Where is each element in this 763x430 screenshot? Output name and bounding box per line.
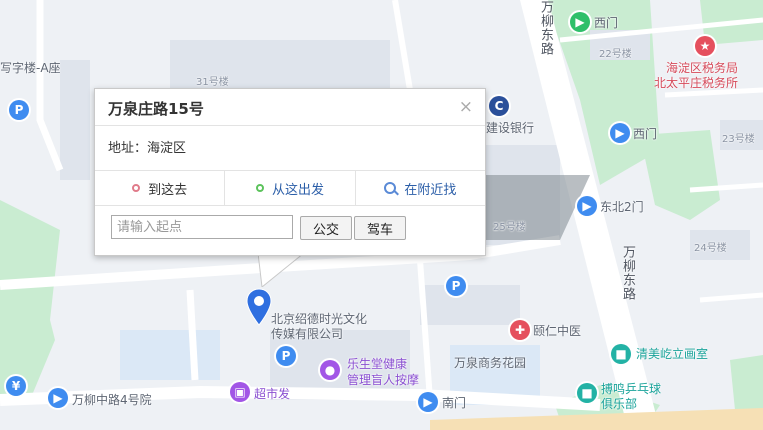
label-company-line1: 北京绍德时光文化 <box>271 312 368 326</box>
label-building-23: 23号楼 <box>722 134 755 145</box>
government-icon[interactable]: ★ <box>695 36 715 56</box>
label-massage-line1: 乐生堂健康 <box>347 357 408 371</box>
yen-bank-icon[interactable]: ¥ <box>6 376 26 396</box>
label-art-studio: 清美屹立画室 <box>636 347 709 361</box>
label-pingpong-line1: 搏鸣乒乓球 <box>601 382 662 396</box>
label-yiren-clinic: 颐仁中医 <box>533 324 582 338</box>
art-studio-icon[interactable]: ■ <box>611 344 631 364</box>
gate-icon[interactable]: ▶ <box>418 392 438 412</box>
label-pingpong-line2: 俱乐部 <box>601 397 638 411</box>
gate-icon[interactable]: ▶ <box>610 123 630 143</box>
shopping-cart-icon[interactable]: ▣ <box>230 382 250 402</box>
tab-search-nearby-label: 在附近找 <box>404 182 457 198</box>
building-block <box>420 285 520 325</box>
gate-icon[interactable]: ▶ <box>570 12 590 32</box>
label-south-gate: 南门 <box>442 396 467 410</box>
tab-start-here-label: 从这出发 <box>271 182 324 198</box>
label-office-a: 写字楼-A座 <box>0 61 61 75</box>
road <box>186 289 199 381</box>
label-bank: 建设银行 <box>486 121 535 135</box>
label-company-line2: 传媒有限公司 <box>271 327 344 341</box>
divider <box>95 125 485 126</box>
search-icon <box>384 182 397 194</box>
label-road-wanliu-east-2: 万柳东路 <box>620 245 635 301</box>
address-text: 地址：海淀区 <box>108 141 187 156</box>
gate-icon[interactable]: ▶ <box>48 388 68 408</box>
label-wanliu-4-yard: 万柳中路4号院 <box>72 393 152 407</box>
campus-area <box>120 330 220 380</box>
popup-pointer <box>258 253 304 287</box>
label-road-wanliu-east-1: 万柳东路 <box>538 0 553 56</box>
label-supermarket: 超市发 <box>254 387 291 401</box>
label-building-22: 22号楼 <box>599 49 632 60</box>
label-tax-office: 北太平庄税务所 <box>654 76 739 90</box>
drive-button[interactable]: 驾车 <box>354 216 406 240</box>
label-building-25: 25号楼 <box>493 222 526 233</box>
label-northeast-gate-2: 东北2门 <box>600 200 644 214</box>
sports-icon[interactable]: ■ <box>577 383 597 403</box>
tab-go-here-label: 到这去 <box>148 182 188 198</box>
label-building-24: 24号楼 <box>694 243 727 254</box>
info-window-title: 万泉庄路15号 <box>108 100 204 118</box>
tab-go-here[interactable]: 到这去 <box>95 171 226 205</box>
destination-dot-icon <box>132 184 141 192</box>
tab-start-here[interactable]: 从这出发 <box>225 171 356 205</box>
gate-icon[interactable]: ▶ <box>577 196 597 216</box>
label-tax-bureau: 海淀区税务局 <box>666 61 739 75</box>
bank-icon[interactable]: C <box>489 96 509 116</box>
green-area <box>730 355 763 410</box>
building-block <box>60 60 90 180</box>
origin-dot-icon <box>255 184 264 192</box>
start-point-input[interactable] <box>111 215 293 239</box>
parking-icon[interactable]: P <box>446 276 466 296</box>
label-west-gate-2: 西门 <box>633 127 658 141</box>
parking-icon[interactable]: P <box>9 100 29 120</box>
tab-search-nearby[interactable]: 在附近找 <box>356 171 485 205</box>
entertainment-icon[interactable]: ● <box>320 360 340 380</box>
label-west-gate-1: 西门 <box>594 16 619 30</box>
label-business-garden: 万泉商务花园 <box>454 356 527 370</box>
clinic-icon[interactable]: ✚ <box>510 320 530 340</box>
label-massage-line2: 管理盲人按摩 <box>347 373 420 387</box>
location-marker-icon[interactable] <box>246 288 272 326</box>
info-window: 万泉庄路15号 × 地址：海淀区 到这去 从这出发 在附近找 公交 驾车 <box>94 88 486 256</box>
close-icon[interactable]: × <box>459 97 473 117</box>
parking-icon[interactable]: P <box>276 346 296 366</box>
route-tabs: 到这去 从这出发 在附近找 <box>95 170 485 206</box>
bus-button[interactable]: 公交 <box>300 216 352 240</box>
